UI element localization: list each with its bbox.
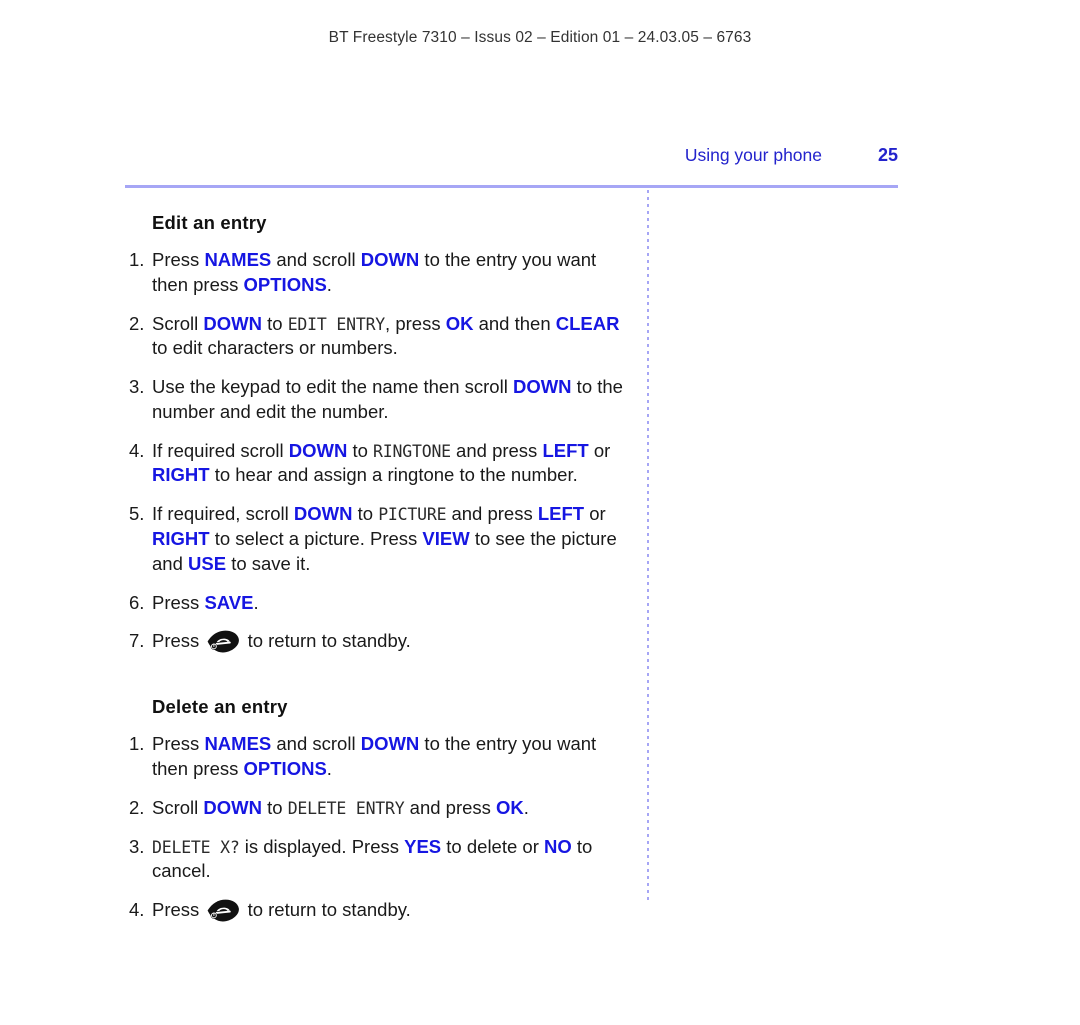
key-label: OPTIONS [243,757,327,779]
key-label: NO [544,835,572,857]
hangup-phone-icon [206,899,240,922]
step-text: Press [152,630,205,652]
section-heading: Delete an entry [152,696,288,718]
step-text: is displayed. Press [239,835,405,857]
step-text: to [347,439,374,461]
key-label: OPTIONS [243,273,327,295]
step-text: Scroll [152,312,204,334]
key-label: SAVE [204,591,254,613]
column-divider [647,190,649,900]
step-number: 3. [129,376,145,398]
key-label: OK [445,312,474,334]
step-text: . [253,591,259,613]
key-label: DOWN [360,249,420,270]
step-text: Use the keypad to edit the name then scr… [152,376,513,398]
step-item: 1. Press NAMES and scroll DOWN to the ent… [125,732,635,782]
step-text: to save it. [226,552,311,574]
step-number: 7. [129,630,145,652]
step-number: 6. [129,591,145,613]
step-text: If required, scroll [152,503,294,525]
key-label: DOWN [288,439,348,461]
key-label: DOWN [203,796,262,818]
step-text: and then [473,312,556,334]
step-number: 1. [129,733,145,755]
page-header: Using your phone 25 [125,145,898,175]
key-label: VIEW [422,528,470,550]
step-text: to hear and assign a ringtone to the num… [209,464,578,486]
step-item: 4. Press to return to standby. [125,898,635,923]
step-text: . [523,796,529,818]
step-text: and scroll [271,733,361,755]
step-item: 5. If required, scroll DOWN to PICTURE an… [125,502,635,576]
display-text: DELETE ENTRY [287,798,405,818]
step-text: or [584,503,606,525]
step-text: and press [446,503,538,525]
page-content: Edit an entry 1. Press NAMES and scroll DO… [125,212,635,937]
step-text: Scroll [152,796,204,818]
key-label: DOWN [203,312,262,334]
header-rule [125,185,898,188]
step-text: If required scroll [152,439,289,461]
step-text: Press [152,591,205,613]
display-text: DELETE X? [152,837,240,857]
display-text: EDIT ENTRY [287,314,386,334]
key-label: OK [496,796,524,818]
step-text: and scroll [271,249,361,270]
step-item: 6. Press SAVE. [125,591,635,616]
step-text: or [588,439,611,461]
step-number: 2. [129,312,145,334]
key-label: DOWN [360,733,420,755]
key-label: RIGHT [152,528,210,550]
step-text: to edit characters or numbers. [152,337,398,359]
step-text: to return to standby. [242,630,411,652]
key-label: YES [404,835,442,857]
display-text: RINGTONE [373,441,451,461]
step-text: Press [152,249,205,270]
step-text: Press [152,733,205,755]
step-text: . [326,273,332,295]
step-item: 2. Scroll DOWN to EDIT ENTRY, press OK an… [125,312,635,362]
step-item: 7. Press to return to standby. [125,629,635,654]
step-item: 3. Use the keypad to edit the name then s… [125,375,635,425]
step-list: 1. Press NAMES and scroll DOWN to the ent… [125,732,635,923]
key-label: NAMES [204,733,272,755]
key-label: CLEAR [555,312,620,334]
key-label: DOWN [293,503,353,525]
step-number: 4. [129,439,145,461]
section-title: Using your phone [684,145,822,165]
key-label: LEFT [537,503,585,525]
step-number: 2. [129,796,145,818]
section-heading: Edit an entry [152,212,267,233]
step-text: to [352,503,379,525]
step-text: and press [404,796,497,818]
step-number: 1. [129,249,145,270]
key-label: LEFT [542,439,589,461]
step-item: 1. Press NAMES and scroll DOWN to the ent… [125,248,635,298]
step-text: to [261,312,288,334]
step-number: 5. [129,503,145,525]
step-text: to return to standby. [242,899,411,921]
key-label: RIGHT [152,464,210,486]
running-header: BT Freestyle 7310 – Issus 02 – Edition 0… [328,29,752,46]
key-label: USE [188,552,227,574]
step-text: and press [450,439,543,461]
step-text: to [261,796,288,818]
step-number: 3. [129,835,145,857]
step-text: to select a picture. Press [209,528,423,550]
key-label: DOWN [512,376,572,398]
step-text: , press [385,312,446,334]
step-item: 4. If required scroll DOWN to RINGTONE an… [125,439,635,489]
step-number: 4. [129,899,145,921]
hangup-phone-icon [206,630,240,653]
display-text: PICTURE [378,505,447,525]
page-number: 25 [877,145,898,165]
step-list: 1. Press NAMES and scroll DOWN to the ent… [125,248,635,654]
step-item: 2. Scroll DOWN to DELETE ENTRY and press … [125,796,635,821]
step-text: Press [152,899,205,921]
key-label: NAMES [204,249,272,270]
step-text: . [326,757,332,779]
step-text: to delete or [441,835,544,857]
step-item: 3. DELETE X? is displayed. Press YES to d… [125,835,635,885]
